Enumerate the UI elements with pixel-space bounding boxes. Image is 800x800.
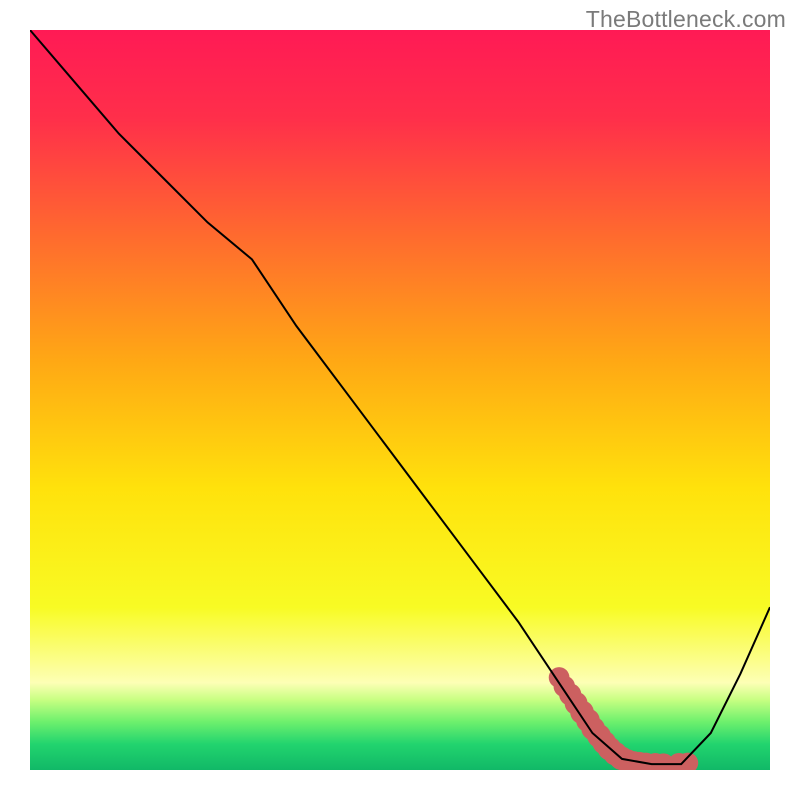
gradient-background [30, 30, 770, 770]
chart-container: TheBottleneck.com [0, 0, 800, 800]
plot-area [30, 30, 770, 770]
chart-svg [30, 30, 770, 770]
watermark-text: TheBottleneck.com [586, 6, 786, 33]
